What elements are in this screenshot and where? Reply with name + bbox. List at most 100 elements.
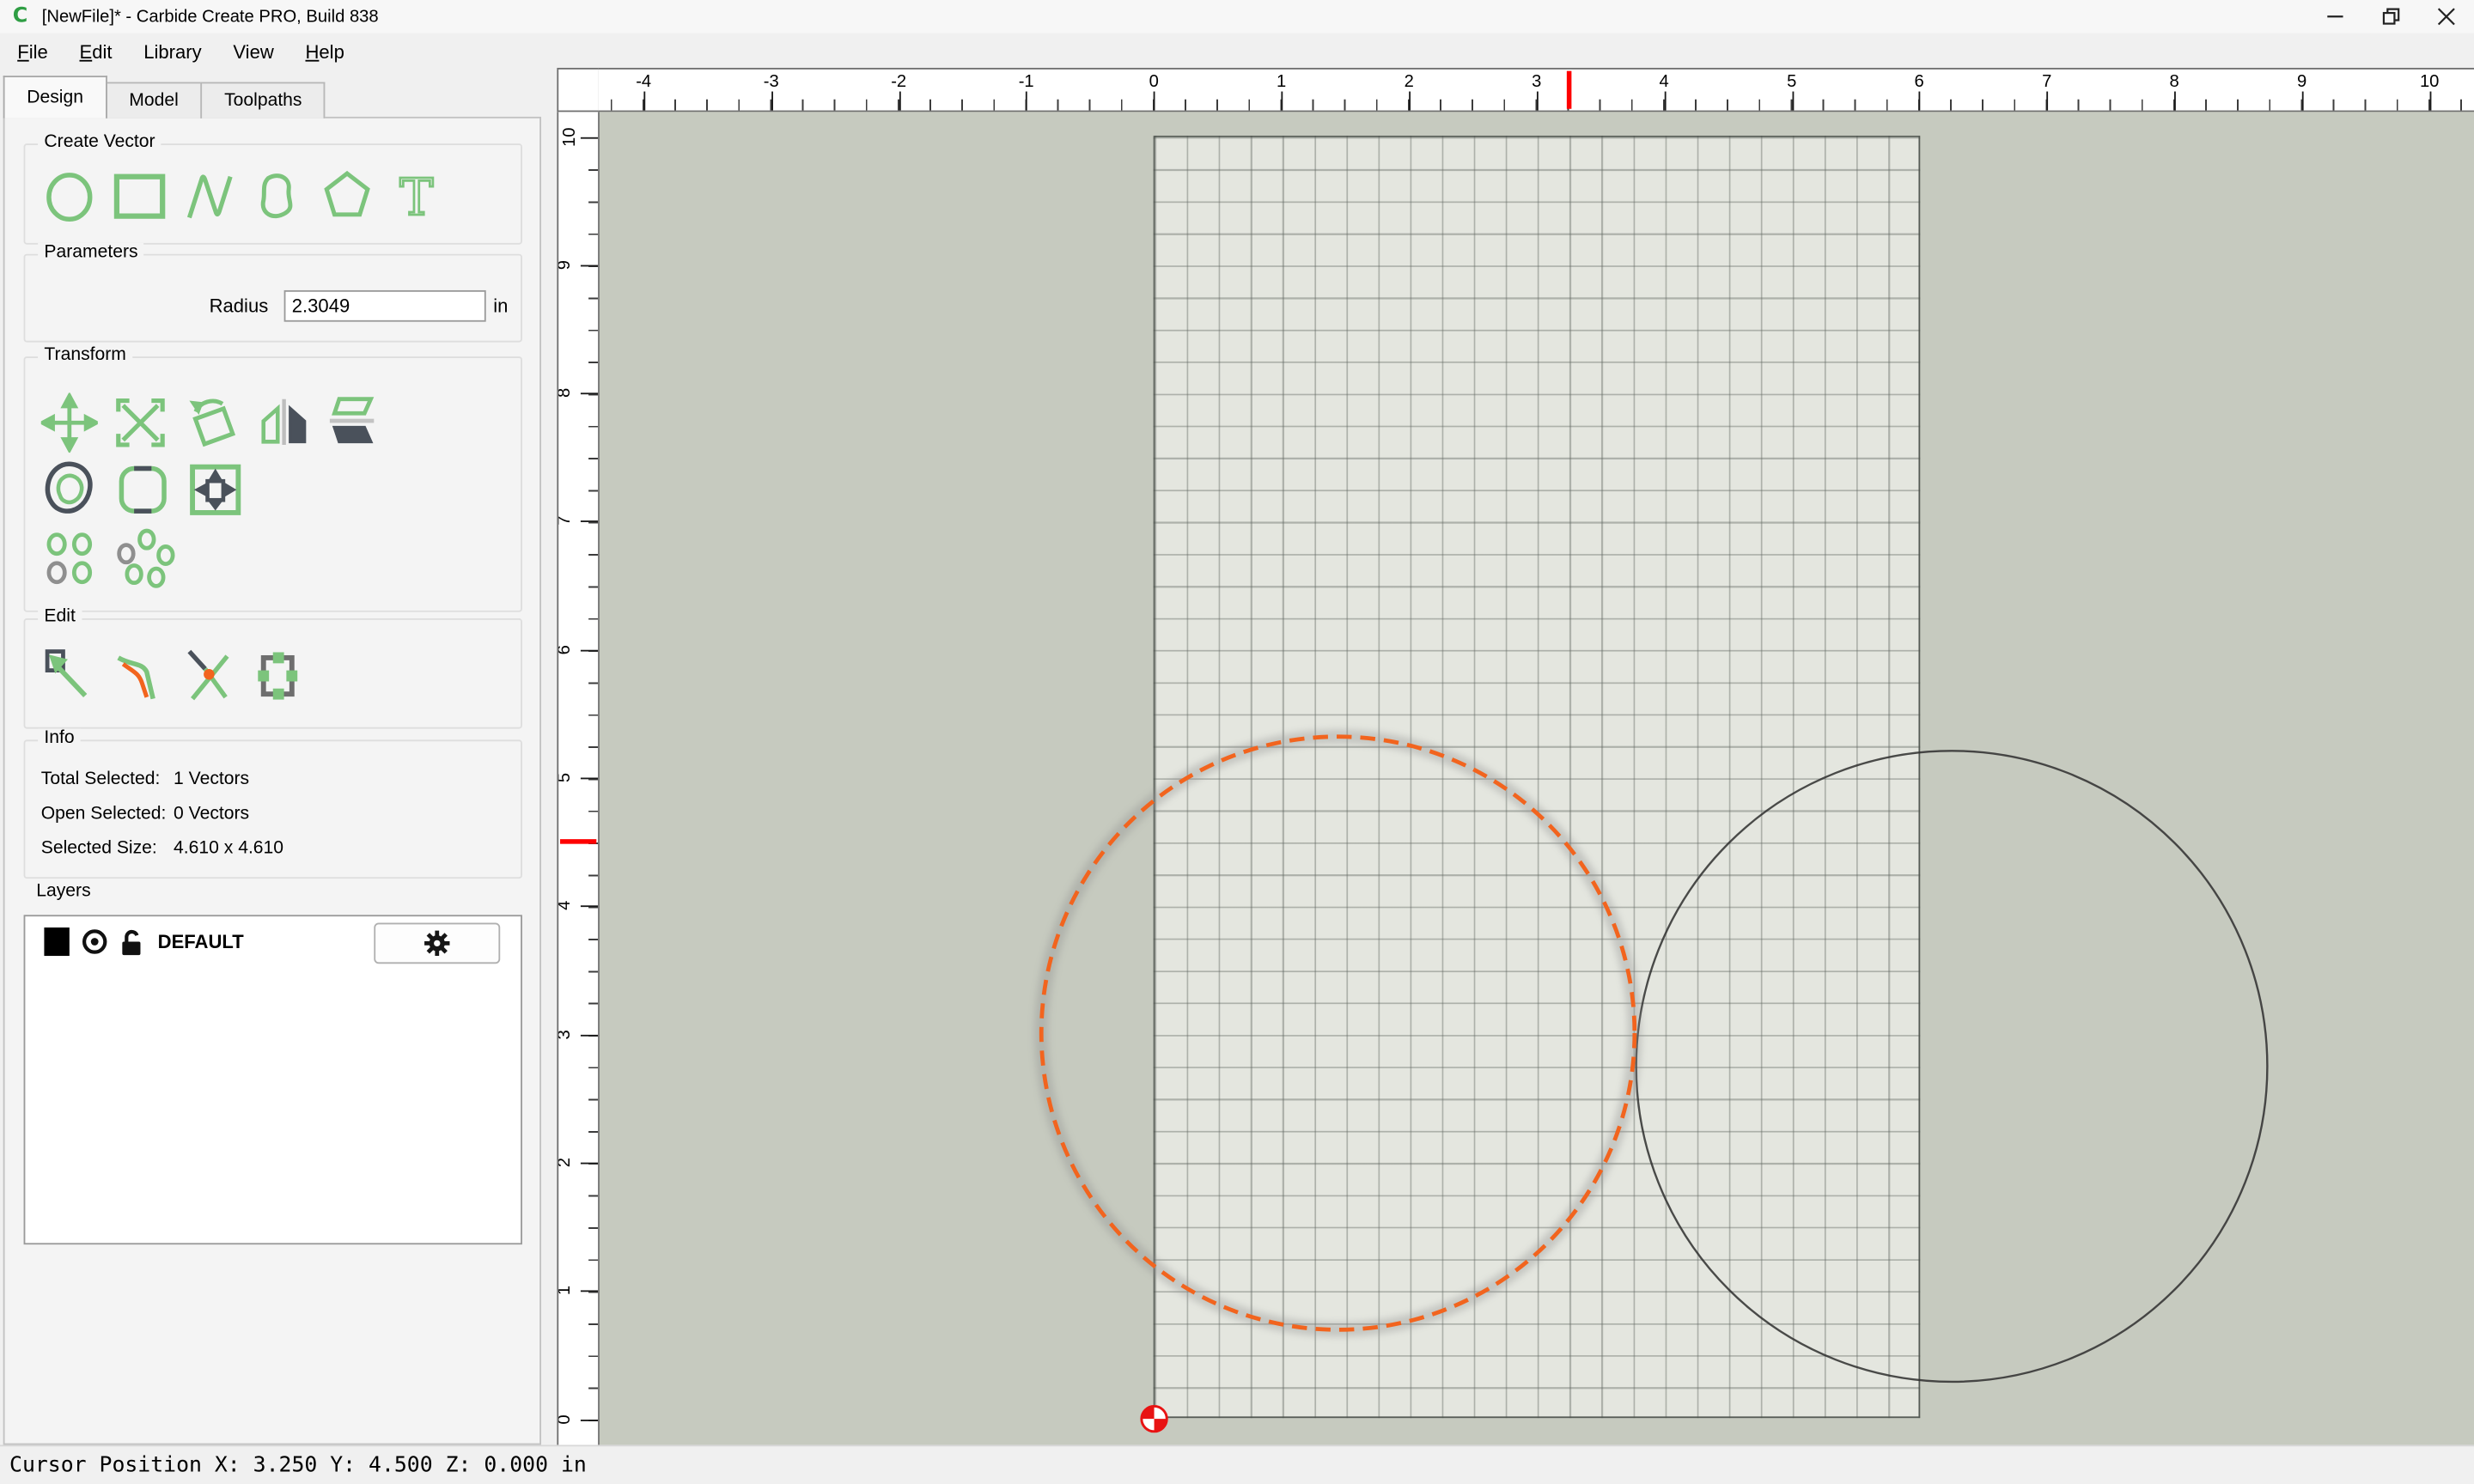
- flip-tool-icon[interactable]: [325, 392, 378, 453]
- edit-group: Edit: [23, 607, 522, 729]
- node-edit-tool-icon[interactable]: [41, 645, 98, 708]
- resize-tool-icon[interactable]: [186, 459, 247, 521]
- h-ruler-major-tick: [1664, 91, 1667, 111]
- round-corners-tool-icon[interactable]: [113, 459, 174, 521]
- v-ruler-cursor-marker: [560, 839, 597, 844]
- info-value: 0 Vectors: [174, 804, 250, 824]
- tab-model[interactable]: Model: [105, 82, 203, 119]
- tab-toolpaths[interactable]: Toolpaths: [200, 82, 326, 119]
- v-ruler-major-tick: [580, 777, 599, 780]
- layers-title: Layers: [36, 881, 91, 901]
- circle-vector[interactable]: [1635, 750, 2269, 1384]
- h-ruler-major-tick: [1026, 91, 1028, 111]
- h-ruler-number: -4: [636, 72, 652, 92]
- design-canvas[interactable]: [599, 112, 2474, 1447]
- layer-row-default[interactable]: DEFAULT: [25, 916, 521, 967]
- menu-item-view[interactable]: View: [217, 36, 289, 68]
- unit-label: in: [493, 295, 509, 318]
- gear-icon: [424, 930, 450, 957]
- tab-design[interactable]: Design: [3, 76, 107, 119]
- h-ruler-number: 10: [2419, 72, 2440, 92]
- origin-marker: [1140, 1404, 1168, 1433]
- v-ruler-major-tick: [580, 265, 599, 267]
- create-vector-tools: T: [41, 167, 458, 224]
- h-ruler-number: 9: [2297, 72, 2307, 92]
- rotate-tool-icon[interactable]: [183, 392, 243, 453]
- close-button[interactable]: [2419, 0, 2474, 33]
- close-icon: [2437, 8, 2455, 26]
- layer-unlock-icon[interactable]: [119, 927, 145, 957]
- h-ruler-major-tick: [1791, 91, 1794, 111]
- polygon-tool-icon[interactable]: [319, 167, 375, 224]
- sidebar-tabs: Design Model Toolpaths: [3, 76, 326, 119]
- h-ruler-major-tick: [1154, 91, 1156, 111]
- curve-tool-icon[interactable]: [249, 167, 306, 224]
- group-title: Parameters: [38, 242, 144, 262]
- v-ruler-number: 9: [557, 259, 575, 270]
- menu-item-library[interactable]: Library: [128, 36, 217, 68]
- linear-array-tool-icon[interactable]: [41, 528, 101, 588]
- scale-tool-icon[interactable]: [111, 392, 171, 453]
- app-logo-icon: C: [12, 4, 28, 29]
- v-ruler-major-tick: [580, 136, 599, 138]
- h-ruler-number: -1: [1018, 72, 1034, 92]
- h-ruler-number: 0: [1149, 72, 1159, 92]
- text-tool-icon[interactable]: T: [388, 167, 445, 224]
- transform-tools-row3: [41, 528, 190, 588]
- v-ruler-number: 8: [557, 387, 575, 398]
- v-ruler-major-tick: [580, 1290, 599, 1292]
- group-title: Transform: [38, 345, 133, 365]
- info-group: Info Total Selected: 1 Vectors Open Sele…: [23, 728, 522, 879]
- h-ruler-major-tick: [2046, 91, 2049, 111]
- join-vectors-tool-icon[interactable]: [249, 645, 306, 708]
- menu-item-help[interactable]: Help: [289, 36, 360, 68]
- restore-button[interactable]: [2363, 0, 2418, 33]
- polyline-tool-icon[interactable]: [183, 167, 236, 224]
- offset-tool-icon[interactable]: [41, 459, 101, 521]
- layer-color-swatch[interactable]: [44, 927, 70, 957]
- minimize-button[interactable]: [2308, 0, 2363, 33]
- move-tool-icon[interactable]: [40, 392, 98, 453]
- v-ruler-number: 0: [557, 1414, 575, 1424]
- edit-tools: [41, 645, 319, 708]
- create-vector-group: Create Vector T: [23, 132, 522, 245]
- layer-settings-button[interactable]: [374, 922, 501, 964]
- v-ruler-number: 2: [557, 1157, 575, 1168]
- rectangle-tool-icon[interactable]: [111, 167, 171, 224]
- circle-tool-icon[interactable]: [41, 167, 98, 224]
- menu-bar: File Edit Library View Help: [0, 33, 2474, 71]
- layer-name: DEFAULT: [157, 930, 244, 953]
- v-ruler-major-tick: [580, 905, 599, 908]
- v-ruler-number: 4: [557, 901, 575, 911]
- v-ruler-number: 6: [557, 644, 575, 654]
- v-ruler-number: 1: [557, 1286, 575, 1296]
- selected-circle-halo: [1033, 729, 1642, 1337]
- window-title: [NewFile]* - Carbide Create PRO, Build 8…: [41, 7, 379, 27]
- info-selected-size: Selected Size: 4.610 x 4.610: [41, 839, 505, 864]
- v-ruler-number: 10: [560, 126, 580, 147]
- v-ruler-number: 3: [557, 1029, 575, 1039]
- h-ruler-number: 7: [2042, 72, 2052, 92]
- info-value: 4.610 x 4.610: [174, 839, 284, 859]
- group-title: Edit: [38, 607, 82, 627]
- status-bar: Cursor Position X: 3.250 Y: 4.500 Z: 0.0…: [0, 1444, 2474, 1484]
- circular-array-tool-icon[interactable]: [113, 528, 176, 588]
- curve-edit-tool-icon[interactable]: [111, 645, 171, 708]
- v-ruler-major-tick: [580, 392, 599, 395]
- menu-item-file[interactable]: File: [2, 36, 64, 68]
- parameters-group: Parameters Radius in: [23, 242, 522, 343]
- trim-tool-icon[interactable]: [183, 645, 236, 708]
- mirror-tool-icon[interactable]: [256, 392, 313, 453]
- radius-input[interactable]: [283, 289, 486, 322]
- radius-row: Radius in: [25, 289, 521, 325]
- h-ruler-major-tick: [2301, 91, 2304, 111]
- vector-layer: [1033, 729, 2269, 1433]
- menu-item-edit[interactable]: Edit: [64, 36, 128, 68]
- h-ruler-number: -2: [891, 72, 907, 92]
- v-ruler-number: 7: [557, 516, 575, 526]
- ruler-corner: [557, 67, 600, 113]
- h-ruler-major-tick: [2429, 91, 2432, 111]
- layer-visibility-eye-icon[interactable]: [81, 928, 109, 956]
- window-controls: [2308, 0, 2474, 33]
- h-ruler-number: 4: [1659, 72, 1669, 92]
